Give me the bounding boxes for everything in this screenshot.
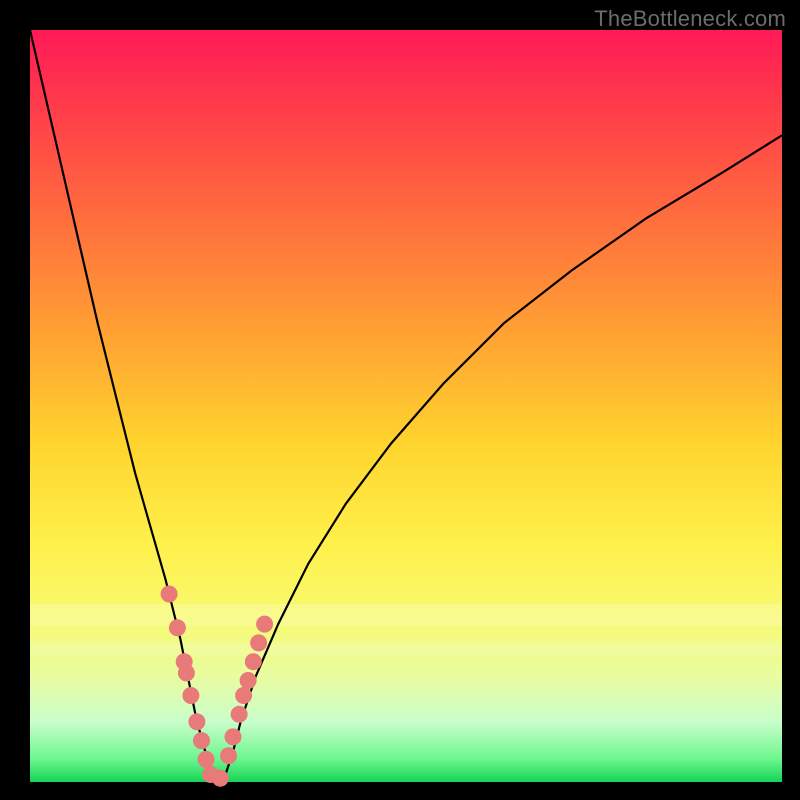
- plot-area: [30, 30, 782, 782]
- sample-dot: [235, 687, 252, 704]
- chart-stage: TheBottleneck.com: [0, 0, 800, 800]
- sample-dot: [220, 747, 237, 764]
- sample-dot: [225, 728, 242, 745]
- sample-dot: [169, 619, 186, 636]
- watermark-text: TheBottleneck.com: [594, 6, 786, 32]
- curve-layer: [30, 30, 782, 782]
- sample-dot: [245, 653, 262, 670]
- sample-dots-group: [161, 586, 274, 787]
- sample-dot: [188, 713, 205, 730]
- sample-dot: [231, 706, 248, 723]
- bottleneck-curve: [30, 30, 782, 782]
- sample-dot: [212, 770, 229, 787]
- sample-dot: [198, 751, 215, 768]
- sample-dot: [240, 672, 257, 689]
- sample-dot: [193, 732, 210, 749]
- sample-dot: [182, 687, 199, 704]
- sample-dot: [256, 616, 273, 633]
- sample-dot: [161, 586, 178, 603]
- sample-dot: [250, 634, 267, 651]
- sample-dot: [178, 665, 195, 682]
